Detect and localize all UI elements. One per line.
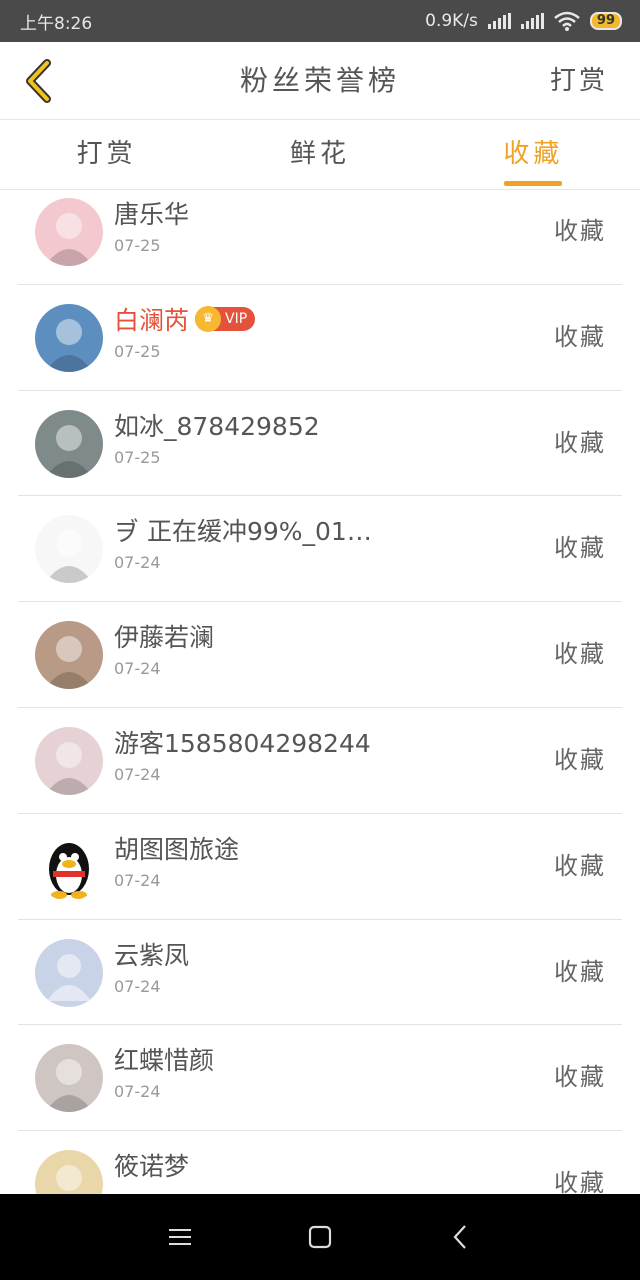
chevron-left-icon: [26, 59, 51, 103]
fan-name-line: 云紫凤: [114, 936, 189, 972]
list-item[interactable]: 筱诺梦收藏: [18, 1131, 622, 1194]
back-button[interactable]: [14, 56, 62, 106]
fan-name[interactable]: 游客1585804298244: [114, 724, 371, 760]
fan-name[interactable]: 胡图图旅途: [114, 830, 239, 866]
wifi-icon: [554, 11, 580, 31]
fan-name-line: 唐乐华: [114, 195, 189, 231]
fan-name-line: 如冰_878429852: [114, 407, 320, 443]
action-label: 收藏: [554, 322, 606, 351]
fan-name-line: 白澜芮 ♛ VIP: [114, 301, 256, 337]
girl-back-view-avatar[interactable]: [35, 303, 103, 372]
fan-name-line: 红蝶惜颜: [114, 1041, 214, 1077]
list-item[interactable]: 白澜芮 ♛ VIP 07-25 收藏: [18, 285, 622, 391]
list-item[interactable]: 如冰_878429852 07-25 收藏: [18, 391, 622, 497]
fan-name[interactable]: ヺ 正在缓冲99%_01…: [114, 512, 372, 548]
fan-list-inner: 唐乐华 07-25 收藏 白澜芮 ♛ VIP 07-25 收藏 如冰_878429852 07-2…: [0, 191, 640, 1194]
fan-date: 07-24: [114, 659, 161, 679]
square-home-icon: [308, 1225, 332, 1249]
fan-name-line: 胡图图旅途: [114, 830, 239, 866]
home-button[interactable]: [290, 1207, 350, 1267]
fan-date: 07-25: [114, 236, 161, 255]
penguin-avatar[interactable]: [35, 832, 103, 901]
anime-girl-white-hair-avatar[interactable]: [35, 1044, 103, 1113]
system-back-button[interactable]: [430, 1207, 490, 1267]
person-silhouette-icon: [47, 953, 91, 1001]
avatar-image: [45, 636, 93, 690]
fan-name[interactable]: 筱诺梦: [114, 1147, 189, 1183]
anime-girl-bear-avatar[interactable]: [35, 726, 103, 795]
fan-date: 07-24: [114, 1082, 161, 1102]
avatar-image: [45, 424, 93, 478]
pixel-cartoon-avatar[interactable]: [35, 515, 103, 584]
system-nav-bar: [0, 1194, 640, 1280]
fan-name[interactable]: 伊藤若澜: [114, 618, 214, 654]
signal-icon: [487, 13, 511, 29]
fan-date: 07-24: [114, 870, 161, 890]
avatar-image: [45, 530, 93, 584]
menu-icon: [169, 1229, 191, 1245]
avatar-image: [56, 1165, 82, 1192]
action-label: 收藏: [554, 534, 606, 563]
action-label: 收藏: [554, 217, 606, 245]
anime-girl-red-hair-avatar[interactable]: [35, 1150, 103, 1194]
list-item[interactable]: 云紫凤 07-24 收藏: [18, 920, 622, 1026]
fan-name[interactable]: 红蝶惜颜: [114, 1041, 214, 1077]
fan-name-line: 游客1585804298244: [114, 724, 371, 760]
action-label: 收藏: [554, 851, 606, 880]
vip-label: VIP: [225, 310, 248, 327]
fan-name-line: 筱诺梦: [114, 1147, 189, 1183]
status-indicators: 0.9K/s 99: [425, 11, 622, 31]
avatar-image: [45, 741, 93, 795]
anime-girl-pink-avatar[interactable]: [35, 198, 103, 266]
ocean-wave-avatar[interactable]: [35, 409, 103, 478]
status-time: 上午8:26: [20, 13, 93, 34]
fan-name[interactable]: 如冰_878429852: [114, 407, 320, 443]
tab-favorites[interactable]: 收藏: [427, 120, 640, 189]
list-item[interactable]: 伊藤若澜 07-24 收藏: [18, 602, 622, 708]
action-label: 收藏: [554, 745, 606, 774]
app-header: 粉丝荣誉榜 打赏: [0, 42, 640, 120]
avatar-image: [45, 1059, 93, 1113]
anime-girl-brown-hair-avatar[interactable]: [35, 621, 103, 690]
avatar-image: [45, 318, 93, 372]
tab-flowers[interactable]: 鲜花: [213, 120, 426, 189]
list-item[interactable]: 游客1585804298244 07-24 收藏: [18, 708, 622, 814]
fan-name[interactable]: 云紫凤: [114, 936, 189, 972]
action-label: 收藏: [554, 428, 606, 457]
fan-name-line: 伊藤若澜: [114, 618, 214, 654]
tab-reward[interactable]: 打赏: [0, 120, 213, 189]
fan-date: 07-25: [114, 341, 161, 361]
fan-list[interactable]: 唐乐华 07-25 收藏 白澜芮 ♛ VIP 07-25 收藏 如冰_878429852 07-2…: [0, 191, 640, 1194]
fan-date: 07-24: [114, 976, 161, 996]
avatar-image: [45, 213, 93, 266]
list-item[interactable]: 唐乐华 07-25 收藏: [18, 191, 622, 285]
list-item[interactable]: ヺ 正在缓冲99%_01… 07-24 收藏: [18, 496, 622, 603]
fan-date: 07-24: [114, 764, 161, 784]
crown-icon: ♛: [195, 305, 222, 332]
list-item[interactable]: 胡图图旅途 07-24 收藏: [18, 814, 622, 920]
signal-icon-2: [520, 13, 544, 29]
action-label: 收藏: [554, 1169, 606, 1194]
vip-badge: ♛ VIP: [195, 305, 256, 332]
penguin-icon: [49, 842, 89, 899]
fan-name[interactable]: 唐乐华: [114, 195, 189, 231]
fan-name-line: ヺ 正在缓冲99%_01…: [114, 512, 372, 548]
menu-button[interactable]: [150, 1207, 210, 1267]
fan-date: 07-24: [114, 553, 161, 573]
action-label: 收藏: [554, 957, 606, 986]
fan-name[interactable]: 白澜芮: [114, 301, 189, 337]
page-title: 粉丝荣誉榜: [239, 64, 400, 97]
battery-indicator: 99: [589, 12, 622, 30]
default-person-avatar[interactable]: [35, 938, 103, 1007]
tab-bar: 打赏 鲜花 收藏: [0, 120, 640, 190]
action-label: 收藏: [554, 1063, 606, 1092]
status-bar: 上午8:26 0.9K/s 99: [0, 0, 640, 42]
network-speed: 0.9K/s: [425, 11, 478, 31]
triangle-back-icon: [453, 1225, 466, 1249]
fan-date: 07-25: [114, 447, 161, 467]
list-item[interactable]: 红蝶惜颜 07-24 收藏: [18, 1025, 622, 1132]
reward-button[interactable]: 打赏: [550, 42, 608, 120]
action-label: 收藏: [554, 640, 606, 669]
